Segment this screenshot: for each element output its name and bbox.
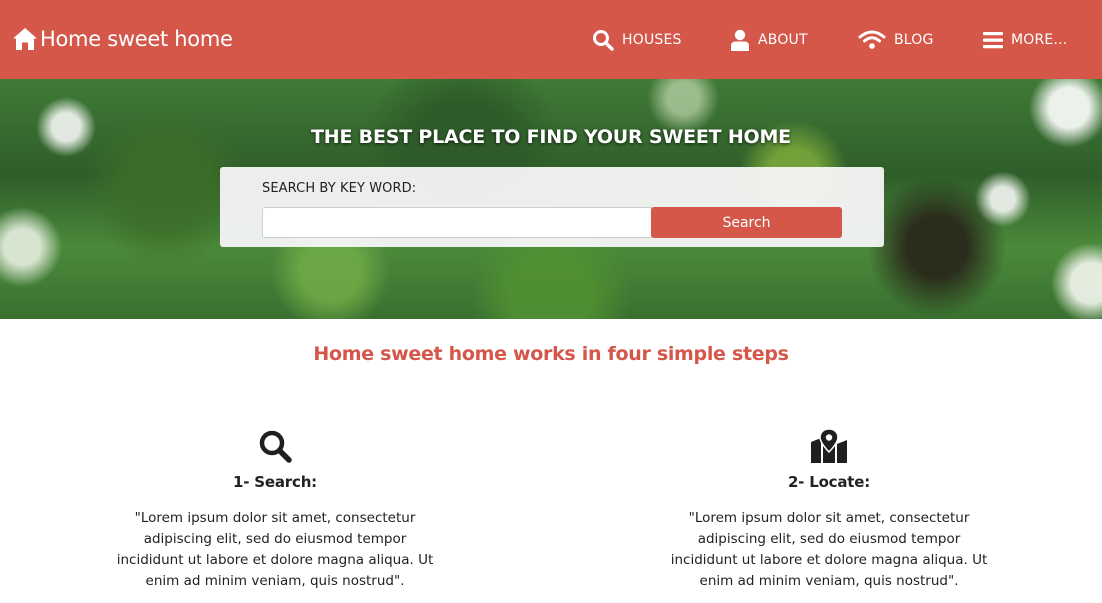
step-card-locate: 2- Locate: "Lorem ipsum dolor sit amet, … [669,428,989,592]
nav-item-label: ABOUT [758,32,808,48]
step-description: "Lorem ipsum dolor sit amet, consectetur… [670,510,988,589]
top-navbar: Home sweet home HOUSES ABOUT BLOG MORE..… [0,0,1102,79]
bars-icon [983,31,1003,49]
home-icon [12,27,38,51]
user-icon [730,29,750,51]
nav-item-label: BLOG [894,32,934,48]
step-title: 2- Locate: [787,473,871,491]
nav-item-blog[interactable]: BLOG [858,26,934,54]
search-panel: SEARCH BY KEY WORD: Search [220,167,884,247]
nav-item-label: HOUSES [622,32,682,48]
hero-banner: THE BEST PLACE TO FIND YOUR SWEET HOME S… [0,79,1102,319]
nav-item-houses[interactable]: HOUSES [592,26,682,54]
hero-title: THE BEST PLACE TO FIND YOUR SWEET HOME [311,126,791,148]
step-description: "Lorem ipsum dolor sit amet, consectetur… [116,510,434,589]
nav-item-label: MORE... [1011,32,1068,48]
search-icon [592,29,614,51]
search-icon [115,428,435,464]
brand-home-link[interactable]: Home sweet home [12,24,233,54]
search-input[interactable] [262,207,652,238]
steps-heading: Home sweet home works in four simple ste… [313,343,789,365]
step-title: 1- Search: [233,473,317,491]
nav-item-about[interactable]: ABOUT [730,26,808,54]
search-label: SEARCH BY KEY WORD: [262,181,417,196]
brand-title: Home sweet home [40,27,233,51]
wifi-icon [858,30,886,50]
search-button[interactable]: Search [651,207,842,238]
step-card-search: 1- Search: "Lorem ipsum dolor sit amet, … [115,428,435,592]
map-marker-icon [669,428,989,464]
nav-item-more[interactable]: MORE... [983,26,1067,54]
